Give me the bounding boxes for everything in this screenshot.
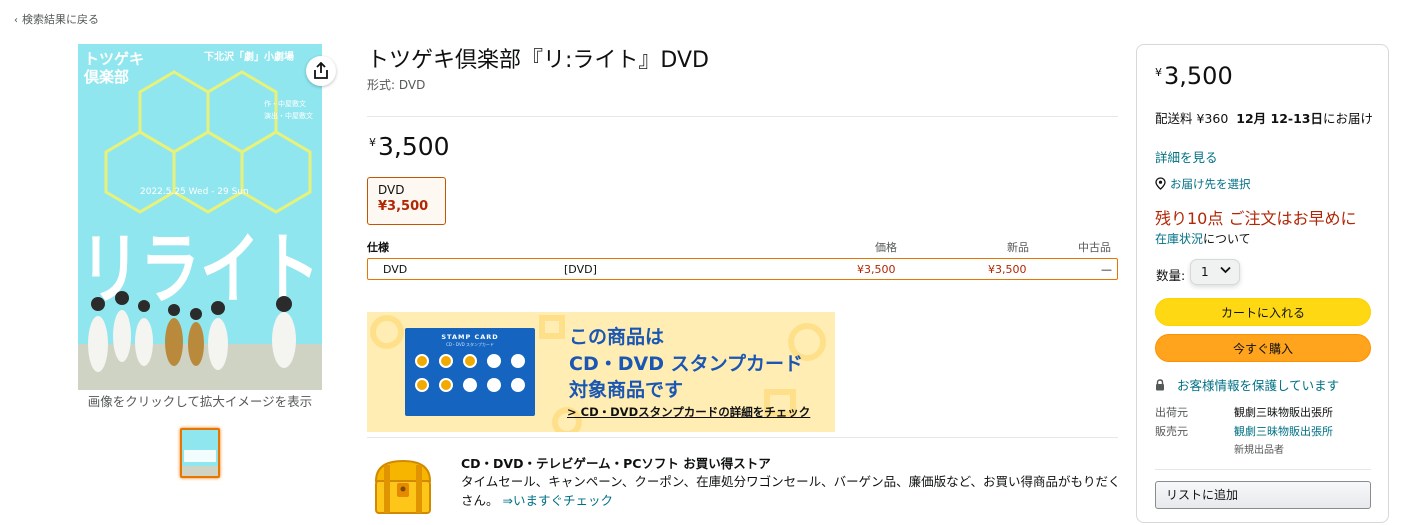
poster-venue: 下北沢「劇」小劇場	[204, 50, 294, 63]
product-format: 形式: DVD	[367, 78, 426, 92]
chevron-left-icon: ‹	[14, 15, 18, 26]
poster-logo-1: トツゲキ	[84, 50, 144, 68]
stamp-empty	[511, 354, 525, 368]
buybox-price: ¥3,500	[1155, 62, 1233, 90]
store-promo-title: CD・DVD・テレビゲーム・PCソフト お買い得ストア	[461, 456, 771, 471]
stamp-empty	[487, 354, 501, 368]
poster-logo-2: 倶楽部	[83, 68, 129, 86]
secure-transaction-label: お客様情報を保護しています	[1177, 378, 1340, 393]
quantity-select[interactable]: 1	[1190, 259, 1240, 285]
price-header: 価格	[875, 241, 897, 254]
buybox-currency: ¥	[1155, 66, 1162, 79]
image-caption: 画像をクリックして拡大イメージを表示	[87, 394, 313, 409]
delivery-location-label: お届け先を選択	[1170, 177, 1251, 191]
location-pin-icon	[1155, 177, 1166, 190]
divider	[367, 116, 1118, 117]
share-button[interactable]	[306, 56, 336, 86]
quantity-label: 数量:	[1156, 268, 1186, 283]
poster-dates: 2022.5.25 Wed - 29 Sun	[140, 187, 249, 197]
format-option-name: DVD	[378, 183, 405, 197]
ships-from-value: 観劇三昧物販出張所	[1234, 406, 1333, 419]
poster-credits-1: 作・中屋敷文	[264, 99, 306, 108]
format-option-price: ¥3,500	[378, 199, 429, 214]
stock-status-link[interactable]: 在庫状況	[1155, 232, 1203, 246]
spec-header: 仕様	[367, 241, 389, 254]
secure-transaction[interactable]: お客様情報を保護しています	[1155, 375, 1339, 394]
delivery-date: 12月 12-13日	[1236, 111, 1323, 126]
product-price: ¥3,500	[369, 132, 450, 161]
spec-row-name: DVD	[383, 263, 408, 276]
shipping-details-link[interactable]: 詳細を見る	[1155, 147, 1218, 166]
product-main-image[interactable]: トツゲキ 倶楽部 下北沢「劇」小劇場 作・中屋敷文 演出・中屋敷文 2022.5…	[78, 44, 322, 390]
buy-now-button[interactable]: 今すぐ購入	[1155, 334, 1371, 362]
divider	[367, 437, 1118, 438]
add-to-cart-button[interactable]: カートに入れる	[1155, 298, 1371, 326]
poster-illustration: トツゲキ 倶楽部 下北沢「劇」小劇場 作・中屋敷文 演出・中屋敷文 2022.5…	[78, 44, 322, 390]
price-value: 3,500	[378, 132, 450, 161]
stamp-filled	[439, 378, 453, 392]
delivery-location-link[interactable]: お届け先を選択	[1155, 176, 1251, 192]
chevron-down-icon	[1220, 266, 1231, 274]
stamp-filled	[439, 354, 453, 368]
used-header: 中古品	[1078, 241, 1111, 254]
stamp-card-title: STAMP CARD	[441, 333, 499, 341]
thumbnail-illustration	[182, 430, 218, 476]
buybox-price-value: 3,500	[1164, 62, 1233, 90]
store-promo-link[interactable]: ⇒いますぐチェック	[503, 493, 613, 508]
stock-warning: 残り10点 ご注文はお早めに	[1155, 209, 1357, 228]
stock-status: 在庫状況について	[1155, 230, 1251, 247]
stock-status-suffix: について	[1203, 232, 1251, 246]
stamp-card-subtitle: CD・DVD スタンプカード	[446, 342, 494, 347]
new-seller-note: 新規出品者	[1234, 445, 1284, 456]
product-title: トツゲキ倶楽部『リ:ライト』DVD	[367, 48, 709, 73]
currency-symbol: ¥	[369, 136, 376, 149]
treasure-chest-icon	[370, 457, 436, 517]
shipping-info: 配送料 ¥360 12月 12-13日にお届け	[1155, 110, 1375, 128]
image-thumbnail[interactable]	[180, 428, 220, 478]
format-option-dvd[interactable]: DVD ¥3,500	[367, 177, 446, 225]
lock-icon	[1156, 379, 1164, 391]
spec-row-price: ¥3,500	[857, 263, 896, 276]
delivery-suffix: にお届け	[1322, 111, 1373, 126]
banner-line-2: CD・DVD スタンプカード	[569, 353, 804, 375]
spec-row-new-price: ¥3,500	[988, 263, 1027, 276]
shipping-fee: 配送料 ¥360	[1155, 111, 1229, 126]
store-promo-description: タイムセール、キャンペーン、クーポン、在庫処分ワゴンセール、バーゲン品、廉価版な…	[461, 472, 1121, 510]
back-to-results-label: 検索結果に戻る	[22, 13, 99, 26]
sold-by-label: 販売元	[1155, 425, 1188, 438]
spec-row-format: [DVD]	[564, 263, 597, 276]
stamp-filled	[463, 354, 477, 368]
stamp-empty	[511, 378, 525, 392]
seller-info: 出荷元 観劇三昧物販出張所 販売元 観劇三昧物販出張所 新規出品者	[1155, 403, 1333, 460]
spec-table-header: 仕様 価格 新品 中古品	[367, 239, 1118, 255]
stamp-card-banner[interactable]: STAMP CARD CD・DVD スタンプカード この商品は CD・DVD ス…	[367, 312, 835, 432]
sold-by-link[interactable]: 観劇三昧物販出張所	[1234, 422, 1333, 441]
divider	[1155, 469, 1371, 470]
banner-line-1: この商品は	[569, 326, 665, 348]
poster-credits-2: 演出・中屋敷文	[264, 111, 313, 120]
stamp-empty	[463, 378, 477, 392]
stamp-card-image: STAMP CARD CD・DVD スタンプカード	[405, 328, 535, 416]
banner-details-link[interactable]: > CD・DVDスタンプカードの詳細をチェック	[567, 404, 810, 420]
quantity-value: 1	[1201, 265, 1209, 279]
stamp-empty	[487, 378, 501, 392]
spec-row-used-price: —	[1101, 263, 1112, 276]
share-icon	[314, 62, 328, 79]
banner-line-3: 対象商品です	[569, 379, 684, 401]
new-header: 新品	[1007, 241, 1029, 254]
ships-from-label: 出荷元	[1155, 406, 1188, 419]
back-to-results-link[interactable]: ‹ 検索結果に戻る	[14, 11, 99, 27]
stamp-filled	[415, 354, 429, 368]
spec-table-row[interactable]: DVD [DVD] ¥3,500 ¥3,500 —	[367, 258, 1118, 280]
add-to-list-button[interactable]: リストに追加	[1155, 481, 1371, 509]
stamp-filled	[415, 378, 429, 392]
